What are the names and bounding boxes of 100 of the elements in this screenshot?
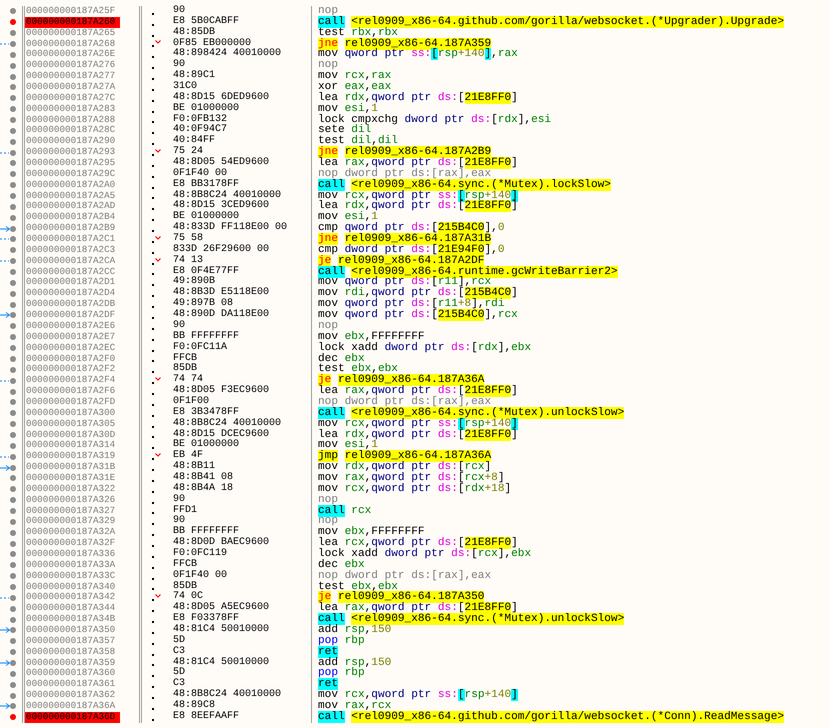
address-cell-text: 000000000187A300 bbox=[25, 408, 116, 419]
instruction-text: lea rcx,qword ptr ds:[21E8FF0] bbox=[318, 538, 518, 549]
chevron-icon bbox=[155, 236, 161, 240]
bytes-cell: 74 13 bbox=[173, 254, 204, 266]
instruction-text: je rel0909_x86-64.187A2DF bbox=[318, 256, 484, 267]
bytes-cell: 833D 26F29600 00 bbox=[173, 244, 270, 255]
chevron-icon bbox=[155, 258, 161, 262]
bytes-cell: FFCB bbox=[173, 352, 198, 364]
instruction-text: lock cmpxchg dword ptr ds:[rdx],esi bbox=[318, 114, 552, 126]
instruction-text: nop dword ptr ds:[rax],eax bbox=[318, 570, 492, 582]
instruction-text: mov qword ptr ds:[r11+8],rdi bbox=[318, 299, 504, 310]
address-cell-text: 000000000187A32F bbox=[25, 538, 116, 549]
bytes-cell: 48:8B4A 18 bbox=[173, 482, 234, 494]
address-cell-text: 000000000187A2CA bbox=[25, 256, 116, 267]
instruction-text: mov rcx,qword ptr ds:[rdx+18] bbox=[318, 484, 512, 495]
instruction-text: jne rel0909_x86-64.187A359 bbox=[318, 38, 492, 50]
instruction-text: pop rbp bbox=[318, 668, 365, 680]
bytes-cell: BB FFFFFFFF bbox=[173, 330, 240, 342]
instruction-text: mov esi,1 bbox=[318, 440, 378, 452]
address-cell-text: 000000000187A268 bbox=[25, 38, 116, 50]
instruction-text: lea rax,qword ptr ds:[21E8FF0] bbox=[318, 158, 518, 169]
bytes-cell: BE 01000000 bbox=[173, 102, 240, 114]
arrow-icon bbox=[0, 312, 10, 318]
instruction-text: mov esi,1 bbox=[318, 212, 378, 224]
bytes-cell: 5D bbox=[173, 634, 186, 646]
address-cell-text: 000000000187A288 bbox=[25, 114, 116, 126]
branch-line-icon bbox=[0, 596, 9, 600]
instruction-text: mov rax,qword ptr ds:[rcx+8] bbox=[318, 472, 505, 484]
instruction-text: test ebx,ebx bbox=[318, 364, 398, 376]
bytes-cell: 0F85 EB000000 bbox=[173, 38, 252, 49]
instruction-text: mov qword ptr ds:[r11],rcx bbox=[318, 277, 492, 288]
address-cell-text: 000000000187A322 bbox=[25, 484, 116, 495]
address-cell-text: 000000000187A357 bbox=[25, 636, 116, 647]
arrow-icon bbox=[0, 660, 10, 666]
address-cell-text: 000000000187A27A bbox=[25, 82, 116, 93]
chevron-icon bbox=[155, 40, 161, 44]
bytes-cell: 74 0C bbox=[173, 591, 204, 602]
bytes-cell: F0:0FC119 bbox=[173, 548, 228, 559]
address-cell-text: 000000000187A28C bbox=[25, 125, 116, 136]
instruction-text: lea rdx,qword ptr ds:[21E8FF0] bbox=[318, 430, 518, 440]
instruction-text: test dil,dil bbox=[318, 136, 398, 148]
instruction-text: mov ebx,FFFFFFFF bbox=[318, 527, 425, 538]
instruction-text: call <rel0909_x86-64.runtime.gcWriteBarrier2> bbox=[318, 266, 618, 278]
address-cell-text: 000000000187A344 bbox=[25, 603, 116, 614]
bytes-cell: 48:8D0D BAEC9600 bbox=[173, 537, 270, 548]
bytes-cell: 48:8D15 DCEC9600 bbox=[173, 428, 270, 440]
bytes-cell: E8 8EEFAAFF bbox=[173, 710, 240, 722]
instruction-text: nop dword ptr ds:[rax],eax bbox=[318, 396, 492, 408]
branch-line-icon bbox=[0, 237, 9, 242]
bytes-cell: 0F1F40 00 bbox=[173, 168, 228, 179]
address-cell: 000000000187A260 bbox=[25, 16, 120, 28]
address-cell-text: 000000000187A361 bbox=[25, 679, 116, 690]
bytes-cell: 48:89C8 bbox=[173, 700, 216, 711]
bytes-cell: 90 bbox=[173, 320, 186, 331]
bytes-cell: 48:8B8C24 40010000 bbox=[173, 418, 282, 429]
bytes-cell: 90 bbox=[173, 5, 186, 16]
address-cell-text: 000000000187A295 bbox=[25, 158, 116, 169]
instruction-text: ret bbox=[318, 646, 338, 658]
address-cell-text: 000000000187A336 bbox=[25, 548, 116, 560]
address-cell-text: 000000000187A293 bbox=[25, 147, 116, 158]
bytes-cell: BE 01000000 bbox=[173, 439, 240, 450]
instruction-text: call <rel0909_x86-64.github.com/gorilla/websocket.(*Conn).ReadMessage> bbox=[318, 712, 784, 723]
bytes-cell: BE 01000000 bbox=[173, 211, 240, 222]
instruction-text: lea rax,qword ptr ds:[21E8FF0] bbox=[318, 386, 518, 397]
instruction-text: mov rdx,qword ptr ds:[rcx] bbox=[318, 462, 492, 473]
bytes-cell: 48:85DB bbox=[173, 26, 216, 38]
address-cell-text: 000000000187A290 bbox=[25, 136, 116, 148]
instruction-text: dec ebx bbox=[318, 560, 365, 571]
arrow-icon bbox=[0, 627, 10, 634]
address-cell-text: 000000000187A2D1 bbox=[25, 277, 116, 288]
address-cell-text: 000000000187A276 bbox=[25, 60, 116, 72]
chevron-icon bbox=[155, 453, 161, 458]
address-cell-text: 000000000187A33A bbox=[25, 560, 116, 571]
bytes-cell: 48:8D05 54ED9600 bbox=[173, 157, 270, 168]
instruction-text: jmp rel0909_x86-64.187A36A bbox=[318, 451, 492, 462]
bytes-cell: 74 74 bbox=[173, 374, 204, 386]
bytes-cell: FFD1 bbox=[173, 504, 198, 516]
bytes-cell: 48:8B11 bbox=[173, 461, 216, 472]
instruction-text: call <rel0909_x86-64.sync.(*Mutex).unlockSlow> bbox=[318, 614, 624, 625]
address-cell-text: 000000000187A2E7 bbox=[25, 332, 116, 343]
instruction-text: pop rbp bbox=[318, 636, 365, 647]
bytes-cell: 49:897B 08 bbox=[173, 298, 234, 310]
instruction-text: sete dil bbox=[318, 125, 372, 136]
address-cell-text: 000000000187A277 bbox=[25, 71, 116, 82]
address-cell-text: 000000000187A359 bbox=[25, 658, 116, 668]
address-cell-text: 000000000187A362 bbox=[25, 690, 116, 701]
bytes-cell: F0:0FC11A bbox=[173, 342, 228, 353]
instruction-text: mov qword ptr ds:[215B4C0],rcx bbox=[318, 310, 518, 321]
bytes-cell: 48:89C1 bbox=[173, 70, 216, 82]
bytes-cell: 31C0 bbox=[173, 81, 198, 92]
address-cell-text: 000000000187A27C bbox=[25, 92, 116, 104]
address-cell-text: 000000000187A2DF bbox=[25, 310, 116, 321]
instruction-text: nop dword ptr ds:[rax],eax bbox=[318, 168, 492, 180]
bytes-cell: 48:8B8C24 40010000 bbox=[173, 190, 282, 201]
bytes-cell: FFCB bbox=[173, 558, 198, 570]
bytes-cell: 85DB bbox=[173, 580, 198, 592]
branch-line-icon bbox=[0, 454, 9, 459]
instruction-text: mov rcx,rax bbox=[318, 71, 392, 82]
address-cell-text: 000000000187A2E6 bbox=[25, 320, 116, 332]
instruction-text: call rcx bbox=[318, 506, 372, 516]
